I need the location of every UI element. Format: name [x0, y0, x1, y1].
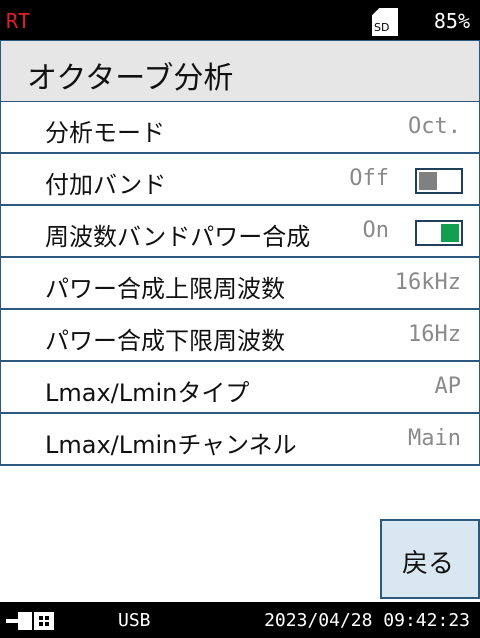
title-bar: オクターブ分析 — [0, 40, 480, 102]
menu-item-value: 16Hz — [408, 322, 461, 347]
menu-item-label: Lmax/Lminタイプ — [45, 379, 250, 407]
menu-item-lmax-lmin-channel[interactable]: Lmax/Lminチャンネル Main — [0, 414, 480, 466]
bottom-status-bar: USB 2023/04/28 09:42:23 — [0, 602, 480, 638]
menu-item-lmax-lmin-type[interactable]: Lmax/Lminタイプ AP — [0, 362, 480, 414]
back-button[interactable]: 戻る — [380, 519, 480, 599]
band-power-synthesis-toggle[interactable] — [415, 220, 463, 246]
menu-item-synthesis-lower-limit[interactable]: パワー合成下限周波数 16Hz — [0, 310, 480, 362]
menu-item-value: Off — [349, 166, 389, 191]
menu-item-label: パワー合成上限周波数 — [45, 275, 285, 303]
menu-item-value: Oct. — [408, 114, 461, 139]
menu-item-value: Main — [408, 426, 461, 451]
menu-item-additional-band[interactable]: 付加バンド Off — [0, 154, 480, 206]
menu-item-label: パワー合成下限周波数 — [45, 327, 285, 355]
page-title: オクターブ分析 — [27, 61, 234, 96]
back-button-label: 戻る — [402, 549, 455, 579]
menu-item-value: On — [362, 218, 390, 243]
menu-item-synthesis-upper-limit[interactable]: パワー合成上限周波数 16kHz — [0, 258, 480, 310]
rt-indicator: RT — [6, 9, 31, 33]
sd-card-icon: SD — [372, 8, 398, 36]
menu-item-analysis-mode[interactable]: 分析モード Oct. — [0, 102, 480, 154]
battery-level: 85% — [433, 9, 470, 33]
usb-indicator: USB — [118, 610, 151, 631]
settings-menu: 分析モード Oct. 付加バンド Off 周波数バンドパワー合成 On パワー合… — [0, 102, 480, 466]
plug-icon — [6, 612, 54, 630]
menu-item-label: 付加バンド — [45, 171, 167, 199]
datetime-display: 2023/04/28 09:42:23 — [264, 610, 470, 631]
toggle-knob — [419, 172, 437, 190]
menu-item-label: Lmax/Lminチャンネル — [45, 431, 297, 459]
menu-item-value: AP — [434, 374, 462, 399]
menu-item-label: 分析モード — [45, 119, 165, 147]
status-bar: RT SD 85% — [0, 0, 480, 40]
menu-item-value: 16kHz — [394, 270, 461, 295]
toggle-knob — [441, 224, 459, 242]
menu-item-band-power-synthesis[interactable]: 周波数バンドパワー合成 On — [0, 206, 480, 258]
menu-item-label: 周波数バンドパワー合成 — [45, 223, 311, 251]
additional-band-toggle[interactable] — [415, 168, 463, 194]
sd-card-label: SD — [374, 21, 390, 34]
